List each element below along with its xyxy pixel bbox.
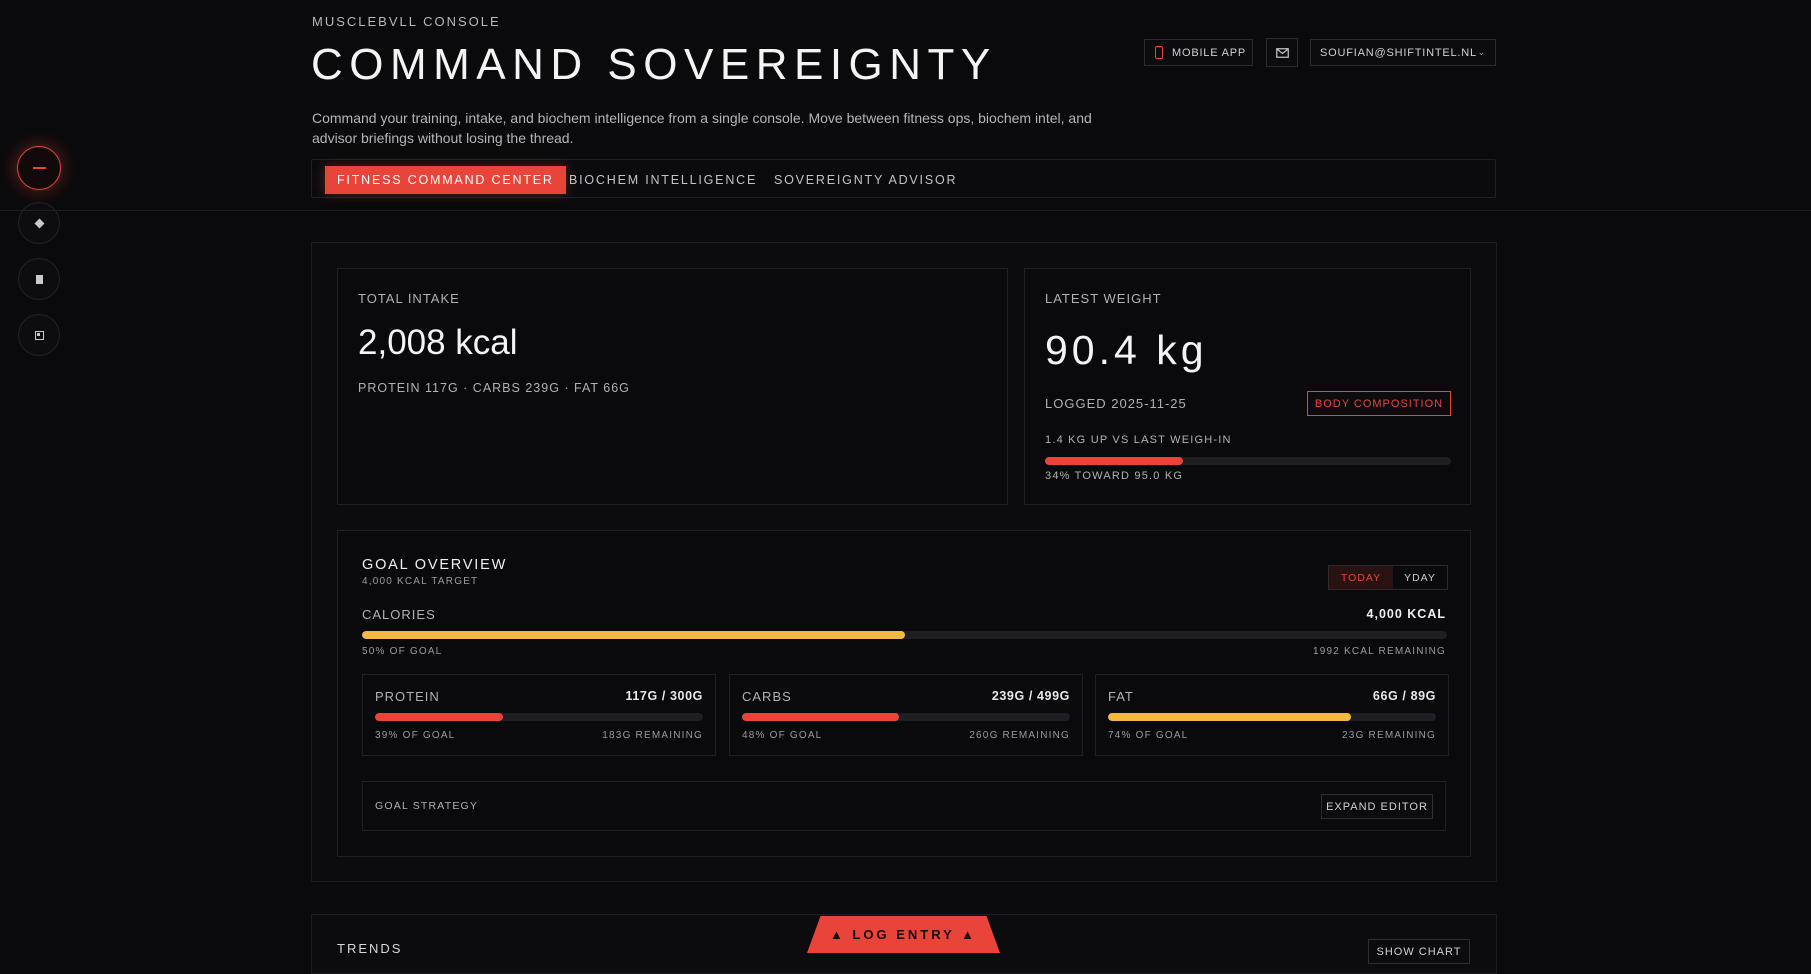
calories-label: CALORIES [362,607,436,622]
calories-progress-fill [362,631,905,639]
show-chart-button[interactable]: SHOW CHART [1368,939,1470,964]
latest-weight-card: LATEST WEIGHT 90.4 kg LOGGED 2025-11-25 … [1024,268,1471,505]
macro-summary: PROTEIN 117G · CARBS 239G · FAT 66G [358,381,630,395]
macro-value: 117G / 300G [625,689,703,703]
macro-card-fat: FAT 66G / 89G 74% OF GOAL 23G REMAINING [1095,674,1449,756]
macro-pct: 48% OF GOAL [742,730,823,741]
rail-button-diamond[interactable] [18,202,60,244]
tab-sovereignty-advisor[interactable]: SOVEREIGNTY ADVISOR [774,166,957,194]
target-icon [34,330,44,340]
page-title: COMMAND SOVEREIGNTY [311,40,997,89]
goal-strategy-row[interactable]: GOAL STRATEGY EXPAND EDITOR [362,781,1446,831]
square-icon [35,274,43,284]
expand-editor-button[interactable]: EXPAND EDITOR [1321,794,1433,819]
weight-progress-fill [1045,457,1184,465]
latest-weight-label: LATEST WEIGHT [1045,291,1162,306]
calories-pct: 50% OF GOAL [362,646,443,657]
rail-button-minus[interactable] [17,146,61,190]
macro-name: CARBS [742,689,792,704]
macro-name: PROTEIN [375,689,440,704]
body-composition-button[interactable]: BODY COMPOSITION [1307,391,1451,416]
macro-pct: 74% OF GOAL [1108,730,1189,741]
goal-strategy-label: GOAL STRATEGY [375,800,479,812]
macro-progress-fill [1108,713,1351,721]
brand-label: MUSCLEBVLL CONSOLE [312,14,501,29]
total-intake-label: TOTAL INTAKE [358,291,460,306]
tab-biochem-intelligence[interactable]: BIOCHEM INTELLIGENCE [569,166,757,194]
macro-name: FAT [1108,689,1134,704]
total-intake-card: TOTAL INTAKE 2,008 kcal PROTEIN 117G · C… [337,268,1008,505]
macro-remaining: 260G REMAINING [969,730,1070,741]
latest-weight-value: 90.4 kg [1045,327,1208,373]
toggle-yday[interactable]: YDAY [1393,566,1447,589]
macro-pct: 39% OF GOAL [375,730,456,741]
log-entry-button[interactable]: ▲ LOG ENTRY ▲ [807,916,1000,953]
day-toggle: TODAY YDAY [1328,565,1448,590]
mail-button[interactable] [1266,38,1298,67]
toggle-today[interactable]: TODAY [1329,566,1393,589]
macro-card-carbs: CARBS 239G / 499G 48% OF GOAL 260G REMAI… [729,674,1083,756]
header-divider [0,210,1811,211]
chevron-down-icon: ⌄ [1477,47,1486,57]
macro-progress-fill [375,713,503,721]
mail-icon [1275,47,1289,58]
rail-button-square[interactable] [18,258,60,300]
goal-overview-title: GOAL OVERVIEW [362,557,508,573]
diamond-icon [34,218,44,228]
macro-progress-track [742,713,1070,721]
minus-icon [32,167,46,169]
account-menu[interactable]: SOUFIAN@SHIFTINTEL.NL ⌄ [1310,39,1496,66]
mobile-app-label: MOBILE APP [1172,46,1247,59]
macro-progress-track [375,713,703,721]
goal-overview-subtitle: 4,000 KCAL TARGET [362,576,479,587]
weight-progress-label: 34% TOWARD 95.0 KG [1045,470,1184,482]
trends-title: TRENDS [337,941,403,956]
macro-value: 239G / 499G [991,689,1070,703]
macro-value: 66G / 89G [1372,689,1436,703]
macro-remaining: 23G REMAINING [1342,730,1436,741]
calories-goal: 4,000 KCAL [1366,607,1446,621]
calories-remaining: 1992 KCAL REMAINING [1312,646,1446,657]
page-description: Command your training, intake, and bioch… [312,110,1092,146]
account-email: SOUFIAN@SHIFTINTEL.NL [1320,46,1477,59]
tab-fitness-command-center[interactable]: FITNESS COMMAND CENTER [325,166,566,194]
tab-bar: FITNESS COMMAND CENTER BIOCHEM INTELLIGE… [311,159,1496,198]
macro-remaining: 183G REMAINING [602,730,703,741]
rail-button-target[interactable] [18,314,60,356]
weight-delta: 1.4 KG UP VS LAST WEIGH-IN [1045,434,1232,446]
mobile-app-button[interactable]: MOBILE APP [1144,39,1253,66]
calories-progress-track [362,631,1447,639]
phone-icon [1155,46,1163,59]
weight-progress-track [1045,457,1451,465]
total-intake-value: 2,008 kcal [358,323,518,362]
log-entry-label: ▲ LOG ENTRY ▲ [829,927,978,942]
macro-progress-track [1108,713,1436,721]
macro-card-protein: PROTEIN 117G / 300G 39% OF GOAL 183G REM… [362,674,716,756]
logged-date: LOGGED 2025-11-25 [1045,396,1187,411]
macro-progress-fill [742,713,900,721]
